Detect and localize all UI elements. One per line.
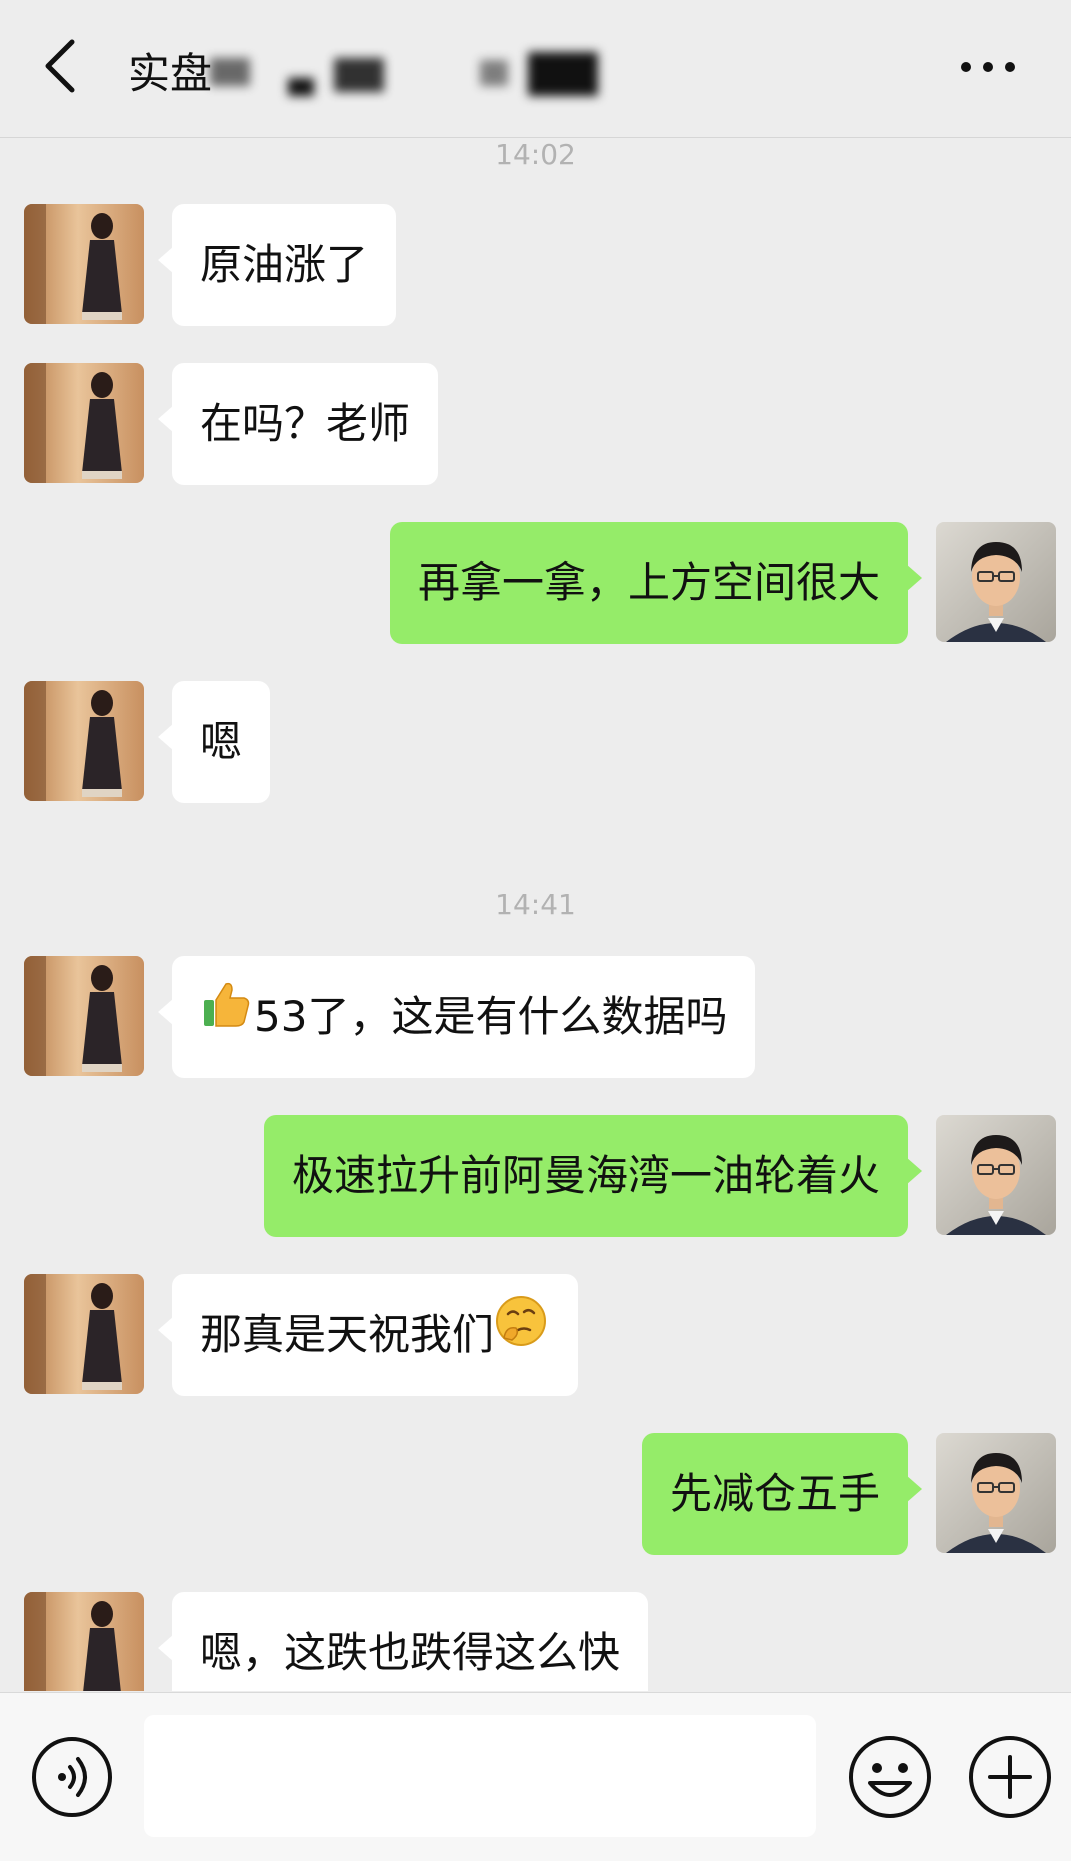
more-functions-button[interactable]	[966, 1733, 1054, 1821]
message-text: 那真是天祝我们	[200, 1310, 495, 1359]
message-text: 再拿一拿，上方空间很大	[417, 558, 880, 607]
more-button[interactable]	[958, 52, 1018, 82]
contact-avatar[interactable]	[24, 363, 144, 483]
timestamp: 14:41	[495, 888, 576, 921]
more-horizontal-icon	[961, 62, 1015, 72]
message-text: 在吗？老师	[200, 399, 411, 448]
contact-avatar[interactable]	[24, 956, 144, 1076]
voice-icon	[32, 1737, 112, 1817]
message-bubble[interactable]: 那真是天祝我们	[157, 1273, 579, 1396]
contact-avatar[interactable]	[24, 204, 144, 324]
thinking-face-icon	[494, 1273, 548, 1395]
timestamp: 14:02	[495, 138, 576, 171]
message-bubble[interactable]: 原油涨了	[157, 204, 397, 326]
message-bubble[interactable]: 在吗？老师	[157, 363, 439, 485]
input-toolbar	[0, 1692, 1071, 1861]
back-button[interactable]	[38, 34, 88, 98]
contact-avatar[interactable]	[24, 1592, 144, 1691]
message-text: 嗯	[200, 717, 243, 766]
my-avatar[interactable]	[936, 1433, 1056, 1553]
message-text: 极速拉升前阿曼海湾一油轮着火	[291, 1151, 880, 1200]
message-bubble[interactable]: 嗯，这跌也跌得这么快	[157, 1592, 649, 1691]
contact-avatar[interactable]	[24, 681, 144, 801]
contact-avatar[interactable]	[24, 1274, 144, 1394]
message-bubble-outgoing[interactable]: 再拿一拿，上方空间很大	[389, 522, 923, 644]
voice-button[interactable]	[30, 1735, 114, 1819]
plus-circle-icon	[969, 1736, 1051, 1818]
message-text: 先减仓五手	[669, 1469, 880, 1518]
chat-header: 实盘	[0, 0, 1071, 138]
thumbs-up-icon	[200, 955, 252, 1077]
my-avatar[interactable]	[936, 1115, 1056, 1235]
emoji-button[interactable]	[846, 1733, 934, 1821]
message-list[interactable]: 14:02 原油涨了 在吗？老师 再拿一拿，上方空间很大 嗯 14:41 53了…	[0, 138, 1071, 1691]
message-input[interactable]	[144, 1715, 816, 1837]
smiley-icon	[849, 1736, 931, 1818]
message-text: 53了，这是有什么数据吗	[254, 992, 728, 1041]
chat-title: 实盘	[128, 49, 213, 98]
message-bubble-outgoing[interactable]: 极速拉升前阿曼海湾一油轮着火	[263, 1115, 923, 1237]
message-text: 原油涨了	[200, 240, 369, 289]
chevron-left-icon	[45, 39, 75, 93]
message-text: 嗯，这跌也跌得这么快	[200, 1628, 621, 1677]
message-bubble[interactable]: 嗯	[157, 681, 271, 803]
message-bubble[interactable]: 53了，这是有什么数据吗	[157, 955, 756, 1078]
message-bubble-outgoing[interactable]: 先减仓五手	[641, 1433, 923, 1555]
my-avatar[interactable]	[936, 522, 1056, 642]
